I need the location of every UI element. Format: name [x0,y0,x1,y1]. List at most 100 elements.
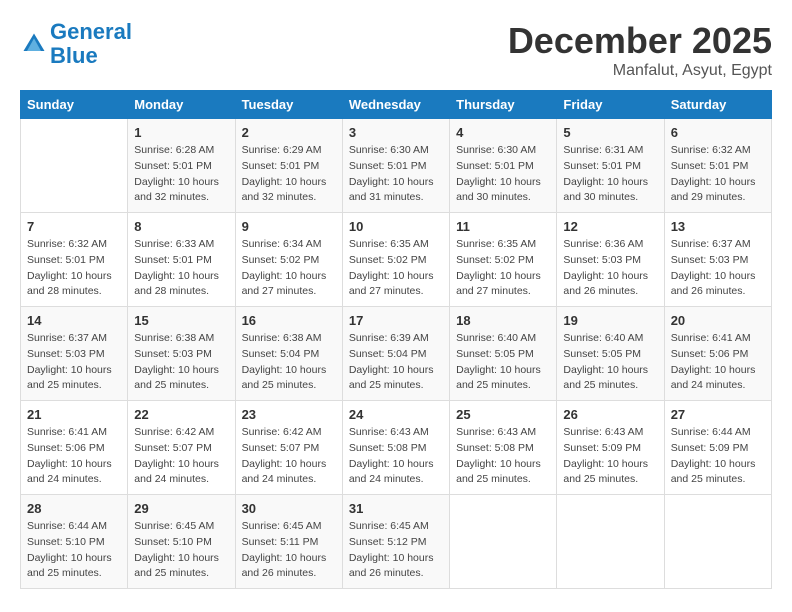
day-info: Sunrise: 6:30 AMSunset: 5:01 PMDaylight:… [349,143,443,206]
day-number: 5 [563,125,657,140]
day-number: 18 [456,313,550,328]
calendar-cell [664,495,771,589]
day-info: Sunrise: 6:43 AMSunset: 5:08 PMDaylight:… [456,425,550,488]
day-number: 14 [27,313,121,328]
calendar-week-row: 28 Sunrise: 6:44 AMSunset: 5:10 PMDayligh… [21,495,772,589]
day-info: Sunrise: 6:32 AMSunset: 5:01 PMDaylight:… [671,143,765,206]
day-info: Sunrise: 6:41 AMSunset: 5:06 PMDaylight:… [27,425,121,488]
day-number: 28 [27,501,121,516]
calendar-cell: 19Sunrise: 6:40 AMSunset: 5:05 PMDayligh… [557,307,664,401]
day-info: Sunrise: 6:39 AMSunset: 5:04 PMDaylight:… [349,331,443,394]
day-info: Sunrise: 6:31 AMSunset: 5:01 PMDaylight:… [563,143,657,206]
day-number: 24 [349,407,443,422]
calendar-cell: 4 Sunrise: 6:30 AMSunset: 5:01 PMDaylight… [450,119,557,213]
day-number: 1 [134,125,228,140]
day-info: Sunrise: 6:45 AMSunset: 5:11 PMDaylight:… [242,519,336,582]
calendar-table: SundayMondayTuesdayWednesdayThursdayFrid… [20,90,772,589]
day-number: 7 [27,219,121,234]
day-of-week-header: Monday [128,91,235,119]
day-of-week-header: Friday [557,91,664,119]
calendar-cell: 1Sunrise: 6:28 AMSunset: 5:01 PMDaylight… [128,119,235,213]
day-number: 22 [134,407,228,422]
calendar-cell: 6 Sunrise: 6:32 AMSunset: 5:01 PMDaylight… [664,119,771,213]
calendar-cell: 20 Sunrise: 6:41 AMSunset: 5:06 PMDayligh… [664,307,771,401]
calendar-cell: 5 Sunrise: 6:31 AMSunset: 5:01 PMDaylight… [557,119,664,213]
calendar-cell: 3 Sunrise: 6:30 AMSunset: 5:01 PMDaylight… [342,119,449,213]
title-block: December 2025 Manfalut, Asyut, Egypt [508,20,772,80]
day-info: Sunrise: 6:33 AMSunset: 5:01 PMDaylight:… [134,237,228,300]
day-info: Sunrise: 6:35 AMSunset: 5:02 PMDaylight:… [456,237,550,300]
day-number: 30 [242,501,336,516]
day-number: 26 [563,407,657,422]
day-number: 25 [456,407,550,422]
day-number: 13 [671,219,765,234]
day-number: 19 [563,313,657,328]
day-of-week-header: Thursday [450,91,557,119]
calendar-cell [450,495,557,589]
day-number: 11 [456,219,550,234]
day-of-week-header: Wednesday [342,91,449,119]
calendar-cell: 26 Sunrise: 6:43 AMSunset: 5:09 PMDayligh… [557,401,664,495]
calendar-week-row: 14 Sunrise: 6:37 AMSunset: 5:03 PMDayligh… [21,307,772,401]
day-info: Sunrise: 6:43 AMSunset: 5:09 PMDaylight:… [563,425,657,488]
day-of-week-header: Sunday [21,91,128,119]
calendar-week-row: 1Sunrise: 6:28 AMSunset: 5:01 PMDaylight… [21,119,772,213]
calendar-cell: 18Sunrise: 6:40 AMSunset: 5:05 PMDayligh… [450,307,557,401]
calendar-cell: 9 Sunrise: 6:34 AMSunset: 5:02 PMDaylight… [235,213,342,307]
calendar-cell: 17 Sunrise: 6:39 AMSunset: 5:04 PMDayligh… [342,307,449,401]
month-title: December 2025 [508,20,772,62]
day-number: 27 [671,407,765,422]
day-number: 2 [242,125,336,140]
calendar-cell: 24Sunrise: 6:43 AMSunset: 5:08 PMDayligh… [342,401,449,495]
day-info: Sunrise: 6:35 AMSunset: 5:02 PMDaylight:… [349,237,443,300]
calendar-cell [21,119,128,213]
calendar-cell [557,495,664,589]
day-number: 21 [27,407,121,422]
day-info: Sunrise: 6:30 AMSunset: 5:01 PMDaylight:… [456,143,550,206]
calendar-cell: 10 Sunrise: 6:35 AMSunset: 5:02 PMDayligh… [342,213,449,307]
calendar-cell: 14 Sunrise: 6:37 AMSunset: 5:03 PMDayligh… [21,307,128,401]
day-info: Sunrise: 6:42 AMSunset: 5:07 PMDaylight:… [134,425,228,488]
day-info: Sunrise: 6:44 AMSunset: 5:09 PMDaylight:… [671,425,765,488]
day-info: Sunrise: 6:34 AMSunset: 5:02 PMDaylight:… [242,237,336,300]
calendar-cell: 7Sunrise: 6:32 AMSunset: 5:01 PMDaylight… [21,213,128,307]
calendar-header-row: SundayMondayTuesdayWednesdayThursdayFrid… [21,91,772,119]
calendar-cell: 13 Sunrise: 6:37 AMSunset: 5:03 PMDayligh… [664,213,771,307]
day-info: Sunrise: 6:45 AMSunset: 5:10 PMDaylight:… [134,519,228,582]
day-number: 23 [242,407,336,422]
calendar-cell: 8 Sunrise: 6:33 AMSunset: 5:01 PMDaylight… [128,213,235,307]
day-number: 31 [349,501,443,516]
calendar-cell: 28 Sunrise: 6:44 AMSunset: 5:10 PMDayligh… [21,495,128,589]
day-info: Sunrise: 6:44 AMSunset: 5:10 PMDaylight:… [27,519,121,582]
logo-text: General Blue [50,20,132,68]
calendar-cell: 29Sunrise: 6:45 AMSunset: 5:10 PMDayligh… [128,495,235,589]
day-number: 6 [671,125,765,140]
calendar-cell: 11 Sunrise: 6:35 AMSunset: 5:02 PMDayligh… [450,213,557,307]
logo-icon [20,30,48,58]
day-info: Sunrise: 6:45 AMSunset: 5:12 PMDaylight:… [349,519,443,582]
calendar-cell: 23Sunrise: 6:42 AMSunset: 5:07 PMDayligh… [235,401,342,495]
day-number: 17 [349,313,443,328]
calendar-cell: 15 Sunrise: 6:38 AMSunset: 5:03 PMDayligh… [128,307,235,401]
day-number: 9 [242,219,336,234]
day-number: 3 [349,125,443,140]
day-info: Sunrise: 6:37 AMSunset: 5:03 PMDaylight:… [671,237,765,300]
calendar-cell: 31 Sunrise: 6:45 AMSunset: 5:12 PMDayligh… [342,495,449,589]
day-number: 10 [349,219,443,234]
day-info: Sunrise: 6:29 AMSunset: 5:01 PMDaylight:… [242,143,336,206]
day-info: Sunrise: 6:38 AMSunset: 5:03 PMDaylight:… [134,331,228,394]
day-of-week-header: Saturday [664,91,771,119]
calendar-cell: 21 Sunrise: 6:41 AMSunset: 5:06 PMDayligh… [21,401,128,495]
day-number: 15 [134,313,228,328]
calendar-cell: 2 Sunrise: 6:29 AMSunset: 5:01 PMDaylight… [235,119,342,213]
day-number: 8 [134,219,228,234]
calendar-week-row: 21 Sunrise: 6:41 AMSunset: 5:06 PMDayligh… [21,401,772,495]
page-header: General Blue December 2025 Manfalut, Asy… [20,20,772,80]
day-info: Sunrise: 6:36 AMSunset: 5:03 PMDaylight:… [563,237,657,300]
day-number: 4 [456,125,550,140]
day-info: Sunrise: 6:37 AMSunset: 5:03 PMDaylight:… [27,331,121,394]
calendar-cell: 22 Sunrise: 6:42 AMSunset: 5:07 PMDayligh… [128,401,235,495]
day-number: 20 [671,313,765,328]
day-info: Sunrise: 6:41 AMSunset: 5:06 PMDaylight:… [671,331,765,394]
day-number: 16 [242,313,336,328]
